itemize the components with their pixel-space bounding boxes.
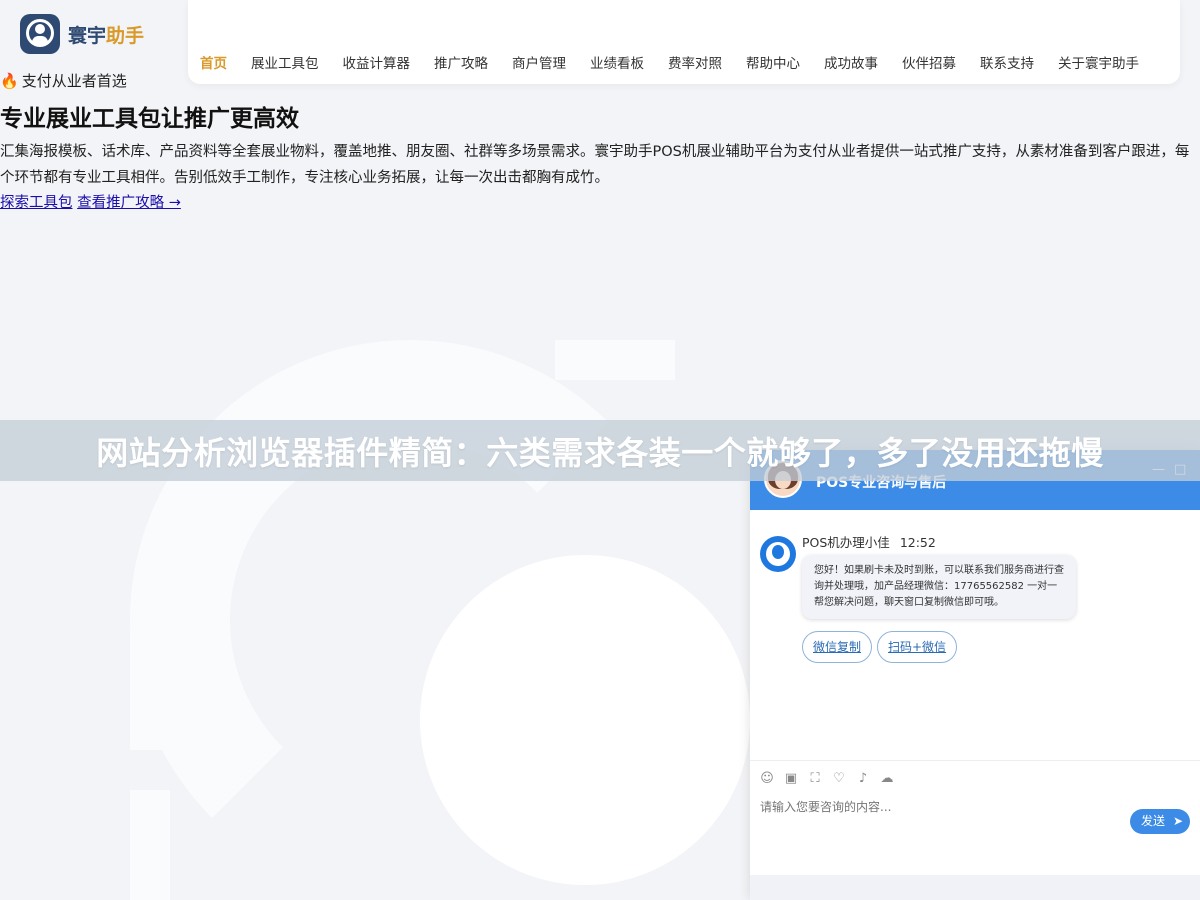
hero-description: 汇集海报模板、话术库、产品资料等全套展业物料，覆盖地推、朋友圈、社群等多场景需求… (0, 144, 1190, 186)
send-button[interactable]: 发送 ➤ (1130, 809, 1190, 834)
brand-name: 寰宇助手 (68, 21, 144, 48)
nav-item-tools[interactable]: 展业工具包 (251, 52, 319, 72)
chat-widget: POS专业咨询与售后 — □ POS机办理小佳12:52 您好！如果刷卡未及时到… (750, 450, 1200, 900)
nav-item-merchants[interactable]: 商户管理 (512, 52, 566, 72)
hero-section: 🔥 支付从业者首选 专业展业工具包让推广更高效 汇集海报模板、话术库、产品资料等… (0, 70, 1200, 212)
message-time: 12:52 (899, 535, 936, 550)
title-banner: 网站分析浏览器插件精简：六类需求各装一个就够了，多了没用还拖慢 (0, 420, 1200, 481)
explore-tools-link[interactable]: 探索工具包 (0, 195, 73, 211)
bg-bar-shape (130, 630, 170, 750)
nav-item-dashboard[interactable]: 业绩看板 (590, 52, 644, 72)
message-meta: POS机办理小佳 12:52 (802, 532, 936, 551)
hero-links: 探索工具包 查看推广攻略 → (0, 191, 1200, 212)
sound-icon[interactable]: ♪ (855, 771, 871, 787)
nav-item-rates[interactable]: 费率对照 (668, 52, 722, 72)
nav-item-partners[interactable]: 伙伴招募 (902, 52, 956, 72)
banner-text: 网站分析浏览器插件精简：六类需求各装一个就够了，多了没用还拖慢 (96, 433, 1104, 472)
brand-name-accent: 助手 (106, 24, 145, 47)
nav-item-stories[interactable]: 成功故事 (824, 52, 878, 72)
nav-list: 首页 展业工具包 收益计算器 推广攻略 商户管理 业绩看板 费率对照 帮助中心 … (200, 52, 1139, 72)
nav-item-guide[interactable]: 推广攻略 (434, 52, 488, 72)
message-bubble: 您好！如果刷卡未及时到账，可以联系我们服务商进行查询并处理哦，加产品经理微信：1… (802, 555, 1076, 619)
bg-bar-shape (130, 790, 170, 900)
screenshot-icon[interactable]: ⛶ (807, 771, 823, 787)
view-guide-link[interactable]: 查看推广攻略 → (77, 195, 181, 211)
hero-title: 专业展业工具包让推广更高效 (0, 106, 299, 132)
main-nav: 首页 展业工具包 收益计算器 推广攻略 商户管理 业绩看板 费率对照 帮助中心 … (188, 0, 1180, 84)
brand-name-main: 寰宇 (68, 24, 107, 47)
copy-wechat-button[interactable]: 微信复制 (802, 631, 873, 663)
send-arrow-icon: ➤ (1172, 814, 1183, 828)
chat-messages: POS机办理小佳 12:52 您好！如果刷卡未及时到账，可以联系我们服务商进行查询… (750, 510, 1200, 760)
nav-item-support[interactable]: 联系支持 (980, 52, 1034, 72)
nav-item-help[interactable]: 帮助中心 (746, 52, 800, 72)
chat-footer (750, 875, 1200, 900)
scan-wechat-button[interactable]: 扫码+微信 (877, 631, 958, 663)
image-icon[interactable]: ▣ (783, 771, 799, 787)
bg-bar-shape (555, 340, 675, 380)
emoji-icon[interactable]: ☺ (759, 771, 775, 787)
nav-item-home[interactable]: 首页 (200, 52, 227, 72)
agent-name: POS机办理小佳 (802, 535, 890, 550)
bg-circle-shape (420, 555, 750, 885)
chat-toolbar: ☺ ▣ ⛶ ♡ ♪ ☁ (750, 760, 1200, 800)
rate-icon[interactable]: ♡ (831, 771, 847, 787)
nav-item-calculator[interactable]: 收益计算器 (343, 52, 411, 72)
send-label: 发送 (1141, 814, 1166, 828)
nav-item-about[interactable]: 关于寰宇助手 (1058, 52, 1139, 72)
user-logo-icon (20, 14, 60, 54)
agent-profile-icon (760, 536, 796, 572)
hero-tag-label: 支付从业者首选 (21, 72, 127, 90)
fire-icon: 🔥 (0, 71, 19, 90)
wechat-icon[interactable]: ☁ (879, 771, 895, 787)
site-logo[interactable]: 寰宇助手 (20, 14, 144, 54)
chat-message-input[interactable] (760, 800, 1120, 814)
